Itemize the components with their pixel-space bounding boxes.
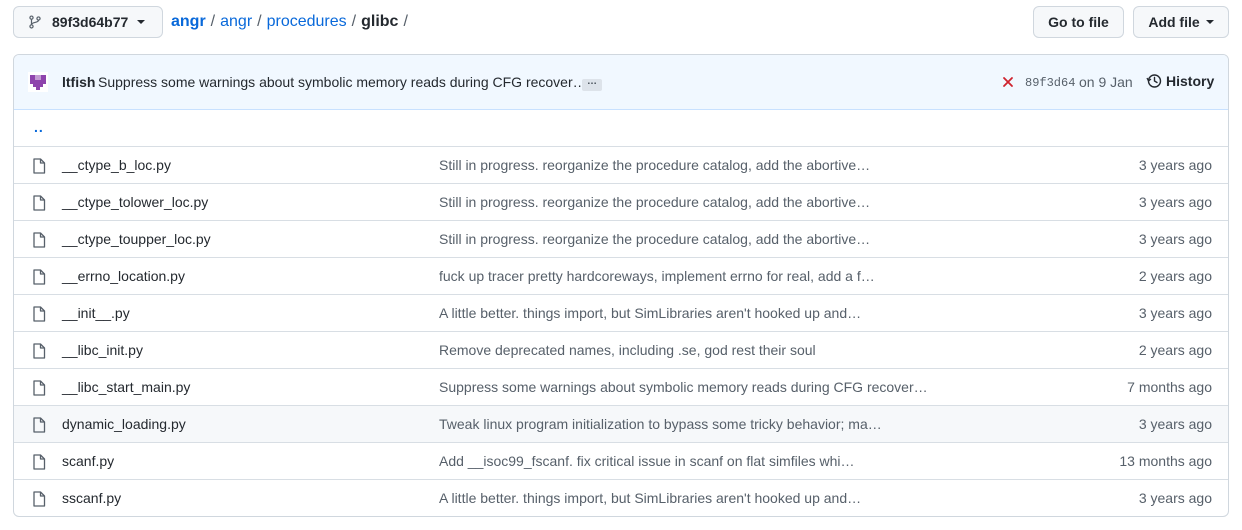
file-commit-age: 3 years ago — [1138, 416, 1212, 432]
file-row[interactable]: __libc_start_main.py Suppress some warnin… — [14, 368, 1228, 405]
file-icon — [33, 454, 46, 470]
breadcrumb-separator: / — [210, 13, 216, 30]
file-name-link[interactable]: __libc_start_main.py — [62, 379, 190, 395]
file-list: __ctype_b_loc.py Still in progress. reorg… — [14, 146, 1228, 516]
file-commit-age: 3 years ago — [1138, 194, 1212, 210]
file-icon — [33, 306, 46, 322]
history-label: History — [1166, 73, 1215, 89]
file-commit-message-link[interactable]: A little better. things import, but SimL… — [439, 305, 861, 321]
file-commit-message-link[interactable]: fuck up tracer pretty hardcoreways, impl… — [439, 268, 875, 284]
expand-commit-message-button[interactable]: … — [582, 77, 602, 91]
file-commit-message-link[interactable]: A little better. things import, but SimL… — [439, 490, 861, 506]
file-commit-message-link[interactable]: Still in progress. reorganize the proced… — [439, 157, 870, 173]
file-row[interactable]: __ctype_toupper_loc.py Still in progress.… — [14, 220, 1228, 257]
file-name-link[interactable]: sscanf.py — [62, 490, 121, 506]
file-row[interactable]: __libc_init.py Remove deprecated names, i… — [14, 331, 1228, 368]
go-to-file-button[interactable]: Go to file — [1033, 6, 1124, 38]
parent-directory-row[interactable]: .. — [14, 110, 1228, 146]
breadcrumb-segment-angr[interactable]: angr — [220, 13, 252, 31]
breadcrumb-repo-root[interactable]: angr — [171, 13, 206, 31]
file-commit-age: 3 years ago — [1138, 490, 1212, 506]
file-commit-age: 3 years ago — [1138, 157, 1212, 173]
file-row[interactable]: dynamic_loading.py Tweak linux program in… — [14, 405, 1228, 442]
file-name-link[interactable]: scanf.py — [62, 453, 114, 469]
file-commit-age: 2 years ago — [1138, 268, 1212, 284]
latest-commit-bar: ltfish Suppress some warnings about symb… — [14, 55, 1228, 110]
file-name-link[interactable]: __ctype_tolower_loc.py — [62, 194, 208, 210]
file-name-link[interactable]: __errno_location.py — [62, 268, 185, 284]
file-commit-message-link[interactable]: Tweak linux program initialization to by… — [439, 416, 882, 432]
file-name-link[interactable]: __ctype_toupper_loc.py — [62, 231, 211, 247]
file-commit-message-link[interactable]: Still in progress. reorganize the proced… — [439, 194, 870, 210]
file-commit-message-link[interactable]: Remove deprecated names, including .se, … — [439, 342, 816, 358]
breadcrumb: angr / angr / procedures / glibc / — [171, 13, 413, 31]
add-file-button[interactable]: Add file — [1133, 6, 1229, 38]
chevron-down-icon — [1205, 20, 1214, 24]
file-row[interactable]: __errno_location.py fuck up tracer pretty… — [14, 257, 1228, 294]
avatar[interactable] — [28, 72, 48, 92]
parent-directory-link[interactable]: .. — [34, 119, 44, 135]
add-file-label: Add file — [1148, 14, 1200, 30]
file-icon — [33, 195, 46, 211]
go-to-file-label: Go to file — [1048, 14, 1109, 30]
file-name-link[interactable]: __ctype_b_loc.py — [62, 157, 171, 173]
breadcrumb-separator: / — [257, 13, 262, 30]
file-commit-age: 3 years ago — [1138, 305, 1212, 321]
file-icon — [33, 158, 46, 174]
file-row[interactable]: sscanf.py A little better. things import,… — [14, 479, 1228, 516]
file-commit-message-link[interactable]: Add __isoc99_fscanf. fix critical issue … — [439, 453, 855, 469]
file-browser: ltfish Suppress some warnings about symb… — [13, 54, 1229, 517]
file-icon — [33, 380, 46, 396]
file-commit-age: 3 years ago — [1138, 231, 1212, 247]
chevron-down-icon — [137, 20, 146, 24]
branch-selector-button[interactable]: 89f3d64b77 — [13, 6, 163, 38]
file-icon — [33, 343, 46, 359]
file-commit-age: 7 months ago — [1127, 379, 1212, 395]
build-failure-icon[interactable] — [1002, 76, 1014, 88]
git-branch-icon — [29, 15, 41, 29]
file-row[interactable]: scanf.py Add __isoc99_fscanf. fix critica… — [14, 442, 1228, 479]
file-icon — [33, 491, 46, 507]
breadcrumb-separator: / — [403, 13, 408, 30]
breadcrumb-separator: / — [351, 13, 357, 30]
file-commit-message-link[interactable]: Suppress some warnings about symbolic me… — [439, 379, 928, 395]
branch-name: 89f3d64b77 — [52, 14, 129, 30]
file-commit-message-link[interactable]: Still in progress. reorganize the proced… — [439, 231, 870, 247]
file-name-link[interactable]: dynamic_loading.py — [62, 416, 186, 432]
repo-toolbar: 89f3d64b77 angr / angr / procedures / gl… — [0, 0, 1242, 48]
file-row[interactable]: __init__.py A little better. things impor… — [14, 294, 1228, 331]
breadcrumb-segment-procedures[interactable]: procedures — [267, 13, 347, 31]
file-commit-age: 2 years ago — [1138, 342, 1212, 358]
file-icon — [33, 417, 46, 433]
file-row[interactable]: __ctype_tolower_loc.py Still in progress.… — [14, 183, 1228, 220]
file-icon — [33, 232, 46, 248]
history-icon — [1146, 74, 1162, 88]
file-name-link[interactable]: __init__.py — [62, 305, 130, 321]
file-commit-age: 13 months ago — [1119, 453, 1212, 469]
commit-sha[interactable]: 89f3d64 — [1025, 76, 1075, 90]
commit-date: on 9 Jan — [1079, 74, 1133, 90]
breadcrumb-current: glibc — [361, 13, 399, 30]
commit-message[interactable]: Suppress some warnings about symbolic me… — [98, 74, 587, 90]
history-button[interactable]: History — [1146, 73, 1214, 89]
file-row[interactable]: __ctype_b_loc.py Still in progress. reorg… — [14, 146, 1228, 183]
file-icon — [33, 269, 46, 285]
commit-author[interactable]: ltfish — [62, 74, 95, 90]
file-name-link[interactable]: __libc_init.py — [62, 342, 143, 358]
